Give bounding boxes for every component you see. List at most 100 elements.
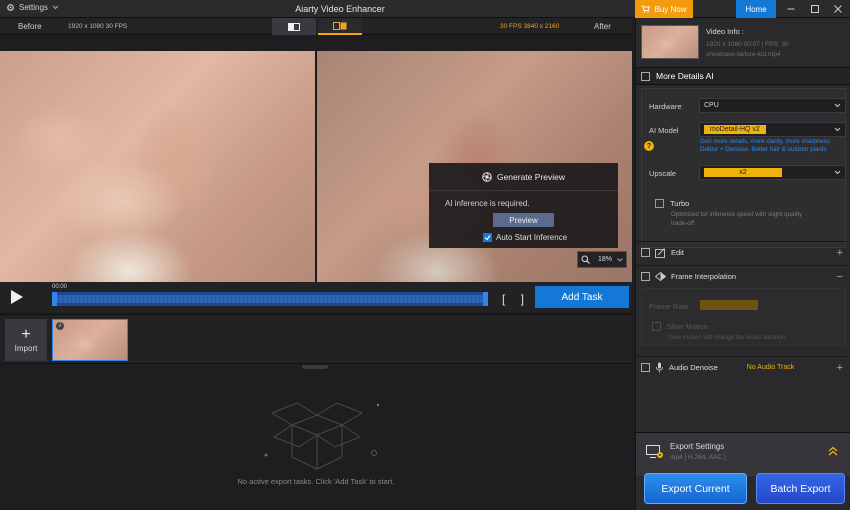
magnifier-icon: [581, 255, 590, 264]
turbo-desc-line-2: trade-off: [671, 219, 694, 227]
cart-icon: [641, 5, 651, 13]
before-frame: [0, 51, 315, 282]
export-settings-format: mp4 [ H.264, AAC ]: [670, 454, 726, 461]
turbo-desc-line-1: Optimized for inference speed with sligh…: [671, 211, 803, 218]
timecode: 00:00: [52, 284, 68, 290]
auto-start-inference-checkbox[interactable]: Auto Start Inference: [483, 233, 567, 242]
maximize-icon[interactable]: [804, 0, 826, 18]
timeline-bar: 00:00 [ ] Add Task: [0, 282, 632, 312]
export-current-button[interactable]: Export Current: [644, 473, 747, 504]
buy-now-label: Buy Now: [654, 4, 687, 14]
gear-icon: [6, 3, 15, 12]
checkbox-icon[interactable]: [641, 363, 650, 372]
export-settings-icon: [646, 445, 664, 459]
settings-menu[interactable]: Settings: [6, 3, 59, 12]
checkbox-icon[interactable]: [641, 248, 650, 257]
audio-denoise-label: Audio Denoise: [669, 363, 718, 372]
buy-now-button[interactable]: Buy Now: [635, 0, 693, 18]
hardware-select[interactable]: CPU: [699, 98, 846, 113]
video-info-filename: showcase-before-kid.mp4: [706, 51, 781, 58]
checkbox-icon[interactable]: [641, 71, 650, 81]
zoom-value: 18%: [598, 256, 613, 263]
checkbox-icon: [652, 322, 661, 331]
diamond-icon: [655, 272, 666, 281]
plus-icon: +: [21, 325, 31, 343]
info-icon[interactable]: i: [56, 322, 64, 330]
frame-interpolation-label: Frame Interpolation: [671, 272, 737, 281]
ai-model-desc-line-2: Deblur + Denoise. Better hair & outdoor …: [700, 146, 827, 153]
checkbox-icon[interactable]: [641, 272, 650, 281]
compare-divider[interactable]: [315, 51, 317, 282]
media-thumbnail[interactable]: i: [52, 319, 128, 361]
plus-icon[interactable]: +: [837, 362, 843, 374]
ai-model-label: AI Model: [649, 126, 679, 135]
before-label: Before: [18, 22, 42, 31]
upscale-select[interactable]: x2: [699, 165, 846, 180]
right-panel: Video Info : 1920 x 1080 00:07 | FPS: 30…: [635, 18, 850, 510]
export-task-area: No active export tasks. Click 'Add Task'…: [0, 365, 632, 510]
turbo-checkbox[interactable]: Turbo: [649, 199, 689, 208]
checkbox-checked-icon: [483, 233, 492, 242]
close-icon[interactable]: [827, 0, 849, 18]
home-button[interactable]: Home: [736, 0, 776, 18]
batch-export-button[interactable]: Batch Export: [756, 473, 845, 504]
ai-model-desc-line-1: Gen more details, more clarity, more sha…: [700, 138, 830, 145]
settings-label: Settings: [19, 3, 48, 12]
app-title: Aiarty Video Enhancer: [295, 4, 385, 14]
trim-start-handle[interactable]: [52, 292, 57, 306]
side-by-side-view-button[interactable]: [318, 18, 362, 35]
export-settings-title: Export Settings: [670, 442, 725, 451]
edit-label: Edit: [671, 248, 684, 257]
hardware-label: Hardware: [649, 102, 682, 111]
trim-end-handle[interactable]: [483, 292, 488, 306]
timeline-frames: [56, 295, 484, 303]
more-details-ai-header[interactable]: More Details AI: [636, 67, 850, 85]
upscale-label: Upscale: [649, 169, 677, 178]
empty-export-text: No active export tasks. Click 'Add Task'…: [237, 477, 395, 486]
slow-motion-description: Slow motion will change the video durati…: [668, 334, 785, 341]
chevron-down-icon: [617, 257, 623, 262]
more-details-ai-panel: Hardware CPU AI Model moDetail-HQ v2 ? G…: [641, 88, 846, 248]
generate-preview-popup: Generate Preview AI inference is require…: [429, 163, 618, 248]
empty-box-icon: [262, 395, 382, 475]
side-by-side-icon: [333, 21, 347, 30]
frame-interpolation-panel: Frame Rate Slow Motion Slow motion will …: [641, 288, 846, 346]
import-label: Import: [14, 343, 38, 353]
minimize-icon[interactable]: [780, 0, 802, 18]
after-info: 30 FPS 3840 x 2160: [500, 23, 560, 30]
more-details-ai-title: More Details AI: [656, 71, 714, 81]
timeline-track[interactable]: [52, 292, 488, 306]
edit-icon: [655, 247, 666, 258]
checkbox-icon: [655, 199, 664, 208]
help-icon[interactable]: ?: [644, 141, 654, 151]
trim-brackets-button[interactable]: [ ]: [502, 292, 530, 306]
preview-button[interactable]: Preview: [493, 213, 554, 227]
export-settings-bar[interactable]: Export Settings mp4 [ H.264, AAC ]: [636, 432, 850, 476]
minus-icon[interactable]: −: [837, 271, 843, 283]
video-info-title: Video Info :: [706, 27, 744, 36]
turbo-label: Turbo: [670, 199, 690, 208]
generate-preview-header: Generate Preview: [429, 163, 618, 191]
video-info-meta: 1920 x 1080 00:07 | FPS: 30: [706, 41, 789, 48]
aperture-icon: [482, 171, 492, 182]
microphone-icon: [655, 362, 664, 373]
edit-section[interactable]: Edit +: [636, 241, 850, 263]
zoom-control[interactable]: 18%: [577, 251, 627, 268]
frame-interpolation-section[interactable]: Frame Interpolation −: [636, 265, 850, 287]
plus-icon[interactable]: +: [837, 247, 843, 259]
slow-motion-label: Slow Motion: [667, 322, 708, 331]
add-task-button[interactable]: Add Task: [535, 286, 629, 308]
split-view-button[interactable]: [272, 18, 316, 35]
chevron-double-up-icon[interactable]: [828, 446, 838, 456]
hardware-value: CPU: [704, 102, 719, 109]
chevron-down-icon: [834, 170, 841, 175]
frame-rate-select: [700, 300, 758, 310]
panel-resize-grip[interactable]: [302, 365, 328, 369]
generate-preview-title: Generate Preview: [496, 171, 566, 182]
ai-model-description: Gen more details, more clarity, more sha…: [700, 138, 845, 154]
play-icon[interactable]: [10, 289, 24, 305]
ai-model-select[interactable]: moDetail-HQ v2: [699, 122, 846, 137]
after-label: After: [594, 22, 611, 31]
audio-denoise-section[interactable]: Audio Denoise No Audio Track +: [636, 356, 850, 378]
import-button[interactable]: + Import: [5, 319, 47, 361]
